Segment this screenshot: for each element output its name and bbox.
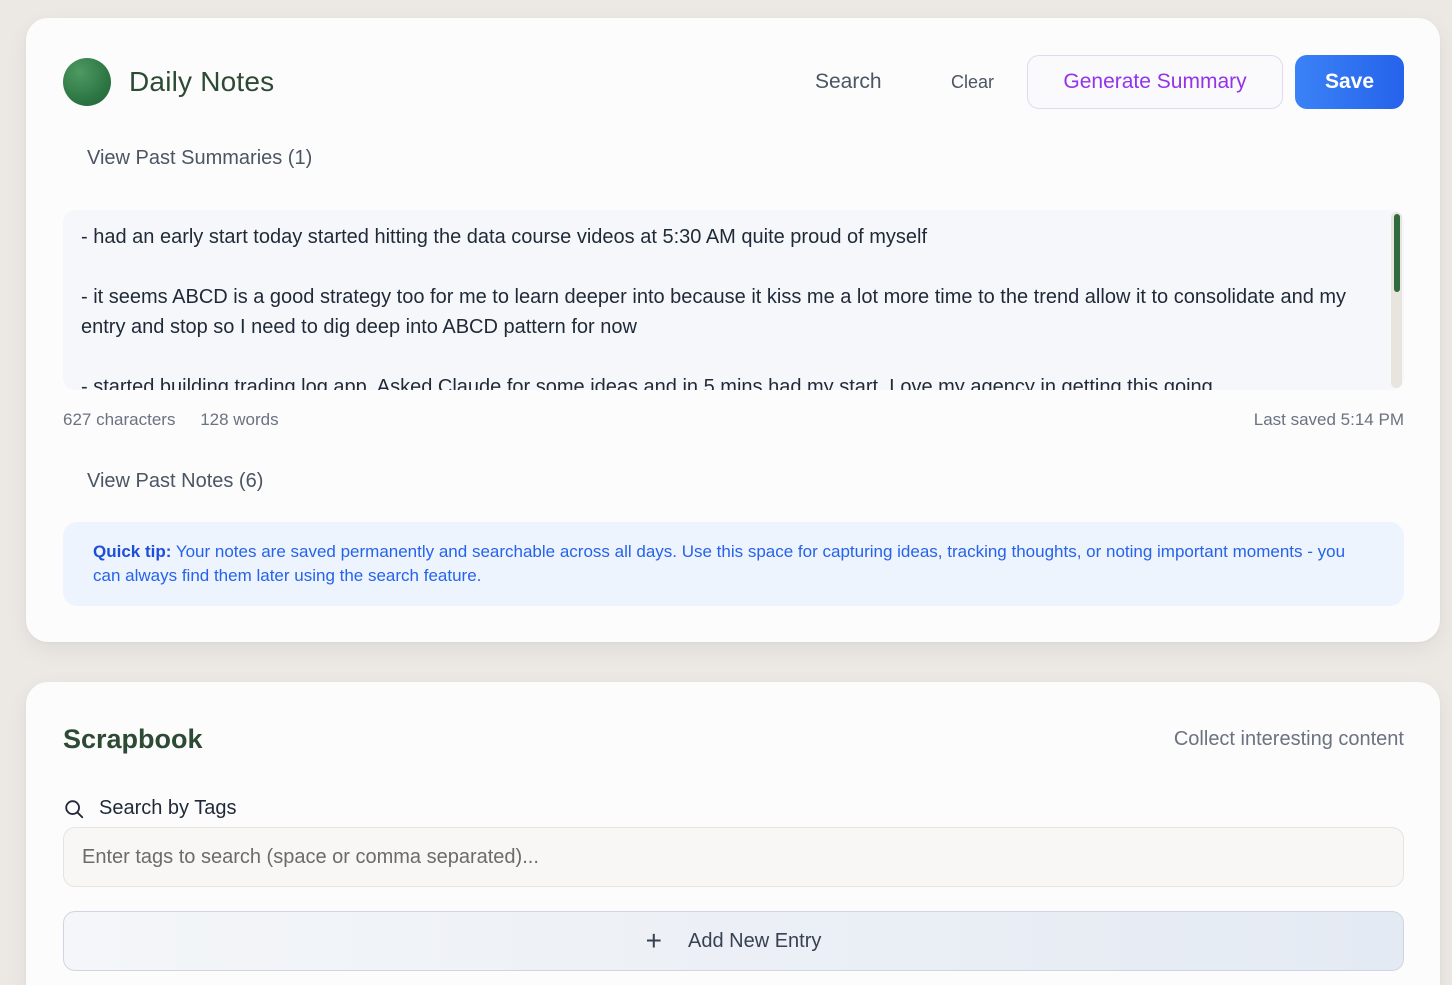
quick-tip-text: Your notes are saved permanently and sea…	[93, 542, 1346, 585]
tag-search-label: Search by Tags	[63, 797, 237, 820]
view-past-summaries-link[interactable]: View Past Summaries (1)	[87, 147, 312, 170]
notes-header: Daily Notes Search Clear Generate Summar…	[63, 55, 1404, 109]
tag-search-input[interactable]	[63, 827, 1404, 887]
avatar	[63, 58, 111, 106]
scrapbook-title: Scrapbook	[63, 724, 203, 754]
word-count: 128 words	[200, 410, 279, 429]
save-button[interactable]: Save	[1295, 55, 1404, 109]
scrollbar-thumb[interactable]	[1394, 214, 1400, 292]
generate-summary-button[interactable]: Generate Summary	[1027, 55, 1283, 109]
view-past-notes-link[interactable]: View Past Notes (6)	[87, 470, 263, 493]
scrapbook-subtitle: Collect interesting content	[1173, 728, 1404, 750]
quick-tip-label: Quick tip:	[93, 542, 172, 561]
tag-search-label-text: Search by Tags	[99, 797, 237, 819]
note-stats: 627 characters 128 words	[63, 410, 299, 430]
search-icon	[65, 799, 84, 818]
add-new-entry-label: Add New Entry	[687, 929, 822, 952]
page-title: Daily Notes	[129, 66, 275, 97]
add-new-entry-button[interactable]: + Add New Entry	[63, 911, 1404, 971]
notes-textarea[interactable]: - had an early start today started hitti…	[81, 222, 1364, 390]
plus-icon: +	[645, 925, 662, 956]
search-button[interactable]: Search	[815, 70, 882, 94]
notes-editor[interactable]: - had an early start today started hitti…	[63, 210, 1404, 390]
quick-tip-box: Quick tip: Your notes are saved permanen…	[63, 522, 1404, 606]
daily-notes-card: Daily Notes Search Clear Generate Summar…	[26, 18, 1440, 642]
character-count: 627 characters	[63, 410, 176, 429]
scrapbook-card: Scrapbook Collect interesting content Se…	[26, 682, 1440, 985]
last-saved-status: Last saved 5:14 PM	[1253, 410, 1404, 429]
clear-button[interactable]: Clear	[951, 72, 994, 93]
